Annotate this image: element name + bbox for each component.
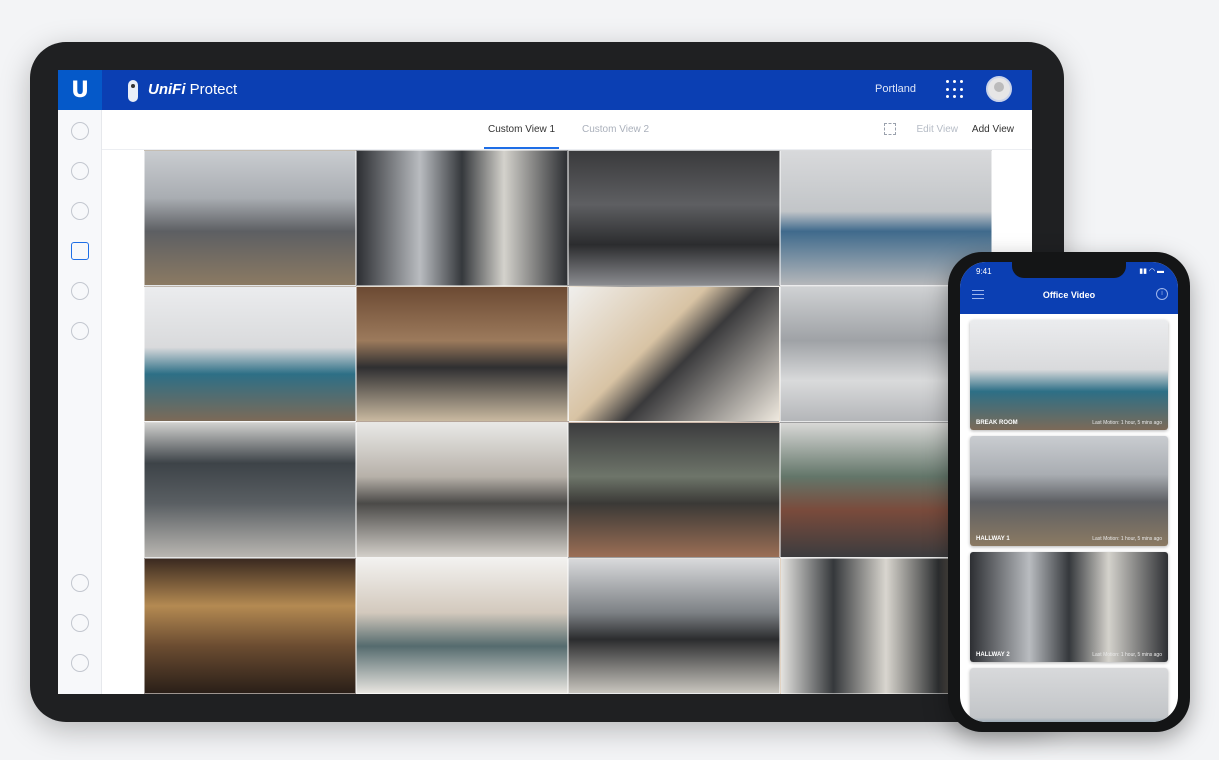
settings-icon[interactable] <box>71 654 89 672</box>
feed-last-motion: Last Motion: 1 hour, 5 mins ago <box>1092 536 1162 542</box>
app-product: Protect <box>189 81 238 98</box>
camera-feed-tile[interactable] <box>356 150 568 286</box>
phone-title: Office Video <box>1042 290 1096 300</box>
tab-custom-view-2[interactable]: Custom View 2 <box>582 124 649 135</box>
camera-feed-tile[interactable] <box>568 422 780 558</box>
add-view-button[interactable]: Add View <box>972 124 1014 135</box>
camera-feed-tile[interactable] <box>356 286 568 422</box>
app-brand: UniFi <box>148 81 186 98</box>
camera-feed-tile[interactable] <box>356 422 568 558</box>
signal-icon: ▮▮ ◠ ▬ <box>1139 268 1164 275</box>
tablet-screen: U UniFi Protect Portland Custom View 1 C… <box>58 70 1032 694</box>
health-icon[interactable] <box>71 322 89 340</box>
notifications-icon[interactable] <box>71 574 89 592</box>
view-tab-bar: Custom View 1 Custom View 2 Edit View Ad… <box>102 110 1032 150</box>
phone-notch <box>1012 262 1126 278</box>
feed-label: HALLWAY 1 <box>976 536 1010 542</box>
camera-feed-tile[interactable] <box>568 286 780 422</box>
sidebar <box>58 110 102 694</box>
top-bar: U UniFi Protect Portland <box>58 70 1032 110</box>
logo-letter: U <box>71 77 89 103</box>
phone-camera-feed[interactable]: HALLWAY 2 Last Motion: 1 hour, 5 mins ago <box>970 552 1168 662</box>
tab-custom-view-1[interactable]: Custom View 1 <box>483 124 560 149</box>
fullscreen-icon[interactable] <box>884 123 896 135</box>
camera-feed-tile[interactable] <box>144 422 356 558</box>
map-icon[interactable] <box>71 202 89 220</box>
feed-last-motion: Last Motion: 1 hour, 5 mins ago <box>1092 420 1162 426</box>
phone-camera-feed[interactable]: BREAK ROOM Last Motion: 1 hour, 5 mins ag… <box>970 320 1168 430</box>
scene: U UniFi Protect Portland Custom View 1 C… <box>0 0 1219 760</box>
phone-camera-feed[interactable]: HALLWAY 1 Last Motion: 1 hour, 5 mins ago <box>970 436 1168 546</box>
feed-label: BREAK ROOM <box>976 420 1018 426</box>
camera-grid <box>144 150 992 694</box>
chat-icon[interactable] <box>71 614 89 632</box>
phone-screen: 9:41 ▮▮ ◠ ▬ Office Video i BREAK ROOM Las… <box>960 262 1178 722</box>
devices-icon[interactable] <box>71 162 89 180</box>
phone-camera-feed[interactable] <box>970 668 1168 722</box>
info-icon[interactable]: i <box>1156 288 1168 300</box>
location-label[interactable]: Portland <box>875 83 916 95</box>
app-title: UniFi Protect <box>148 81 237 98</box>
phone-header: 9:41 ▮▮ ◠ ▬ Office Video i <box>960 262 1178 314</box>
phone-device: 9:41 ▮▮ ◠ ▬ Office Video i BREAK ROOM Las… <box>948 252 1190 732</box>
camera-feed-tile[interactable] <box>144 558 356 694</box>
camera-feed-tile[interactable] <box>356 558 568 694</box>
edit-view-button[interactable]: Edit View <box>916 124 958 135</box>
phone-clock: 9:41 <box>976 267 992 276</box>
dashboard-icon[interactable] <box>71 122 89 140</box>
camera-icon <box>128 80 138 102</box>
camera-feed-tile[interactable] <box>144 286 356 422</box>
avatar[interactable] <box>986 76 1012 102</box>
play-icon[interactable] <box>71 282 89 300</box>
camera-feed-tile[interactable] <box>144 150 356 286</box>
unifi-logo[interactable]: U <box>58 70 102 110</box>
apps-grid-icon[interactable] <box>946 80 966 100</box>
camera-feed-tile[interactable] <box>568 150 780 286</box>
camera-feed-tile[interactable] <box>568 558 780 694</box>
feed-last-motion: Last Motion: 1 hour, 5 mins ago <box>1092 652 1162 658</box>
feed-label: HALLWAY 2 <box>976 652 1010 658</box>
video-icon[interactable] <box>71 242 89 260</box>
